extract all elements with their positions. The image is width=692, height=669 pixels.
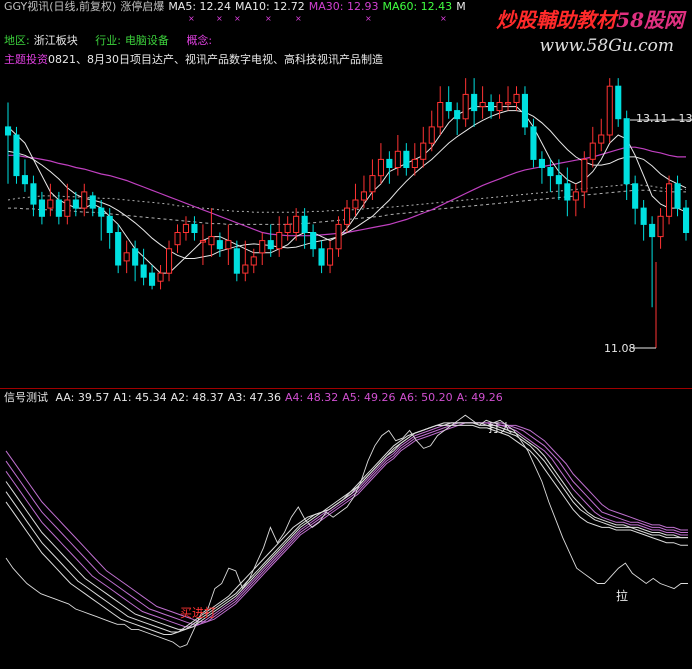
panel-divider	[0, 388, 692, 389]
top-indicator-2: MA5: 12.24	[168, 0, 232, 13]
top-indicator-row: GGY视讯(日线,前复权) 涨停启爆 MA5: 12.24 MA10: 12.72 MA…	[4, 0, 474, 14]
top-indicator-4: MA30: 12.93	[308, 0, 379, 13]
ma-marker: ×	[188, 14, 195, 23]
ma-marker: ×	[234, 14, 241, 23]
watermark-main: 炒股輔助教材	[496, 8, 617, 32]
ma-marker: ×	[440, 14, 447, 23]
high-price-label: 13.11 - 13.	[636, 112, 692, 125]
in-signal-label: 打人	[488, 421, 512, 435]
ma-marker: ×	[265, 14, 272, 23]
ma-marker: ×	[365, 14, 372, 23]
oscillator-title: 信号测试	[4, 391, 48, 404]
region-value: 浙江板块	[33, 34, 78, 47]
bottom-indicator-7: A: 49.26	[456, 391, 503, 404]
bottom-indicator-1: A1: 45.34	[113, 391, 167, 404]
bottom-indicator-list: AA: 39.57 A1: 45.34 A2: 48.37 A3: 47.36 A4: …	[56, 391, 507, 404]
theme-row: 主题投资0821、8月30日项目达产、视讯产品数字电视、高科技视讯产品制造	[4, 53, 387, 67]
region-label: 地区:	[4, 34, 30, 47]
candle	[13, 126, 20, 184]
industry-value: 电脑设备	[124, 34, 169, 47]
bottom-indicator-0: AA: 39.57	[55, 391, 110, 404]
industry-label: 行业:	[95, 34, 121, 47]
bottom-indicator-2: A2: 48.37	[170, 391, 224, 404]
top-indicator-1: 涨停启爆	[120, 0, 165, 13]
bottom-indicator-4: A4: 48.32	[285, 391, 339, 404]
theme-label: 主题投资	[4, 53, 48, 66]
chart-canvas: 13.11 - 13. 11.08 × × × × × × × 买进打 打人 拉	[0, 0, 692, 669]
ma-marker: ×	[216, 14, 223, 23]
watermark-url: www.58Gu.com	[539, 36, 674, 56]
bottom-indicator-3: A3: 47.36	[227, 391, 282, 404]
candle	[606, 78, 613, 144]
stock-info-row: 地区: 浙江板块 行业: 电脑设备 概念:	[4, 34, 220, 48]
buy-signal-label: 买进打	[180, 606, 216, 620]
top-indicator-list: GGY视讯(日线,前复权) 涨停启爆 MA5: 12.24 MA10: 12.72 MA…	[4, 0, 470, 13]
low-price-label: 11.08	[604, 342, 636, 355]
top-indicator-6: M	[456, 0, 466, 13]
top-indicator-3: MA10: 12.72	[235, 0, 305, 13]
top-indicator-5: MA60: 12.43	[382, 0, 453, 13]
theme-text: 0821、8月30日项目达产、视讯产品数字电视、高科技视讯产品制造	[48, 53, 383, 66]
concept-label: 概念:	[186, 34, 213, 47]
bottom-indicator-5: A5: 49.26	[342, 391, 396, 404]
bottom-indicator-6: A6: 50.20	[399, 391, 453, 404]
watermark-title: 炒股輔助教材58股网	[496, 4, 684, 33]
pull-signal-label: 拉	[616, 588, 628, 603]
top-indicator-0: GGY视讯(日线,前复权)	[4, 0, 117, 13]
ma-marker: ×	[295, 14, 302, 23]
bottom-indicator-row: 信号测试 AA: 39.57 A1: 45.34 A2: 48.37 A3: 47.3…	[4, 391, 511, 405]
watermark-brand: 58股网	[616, 8, 684, 32]
